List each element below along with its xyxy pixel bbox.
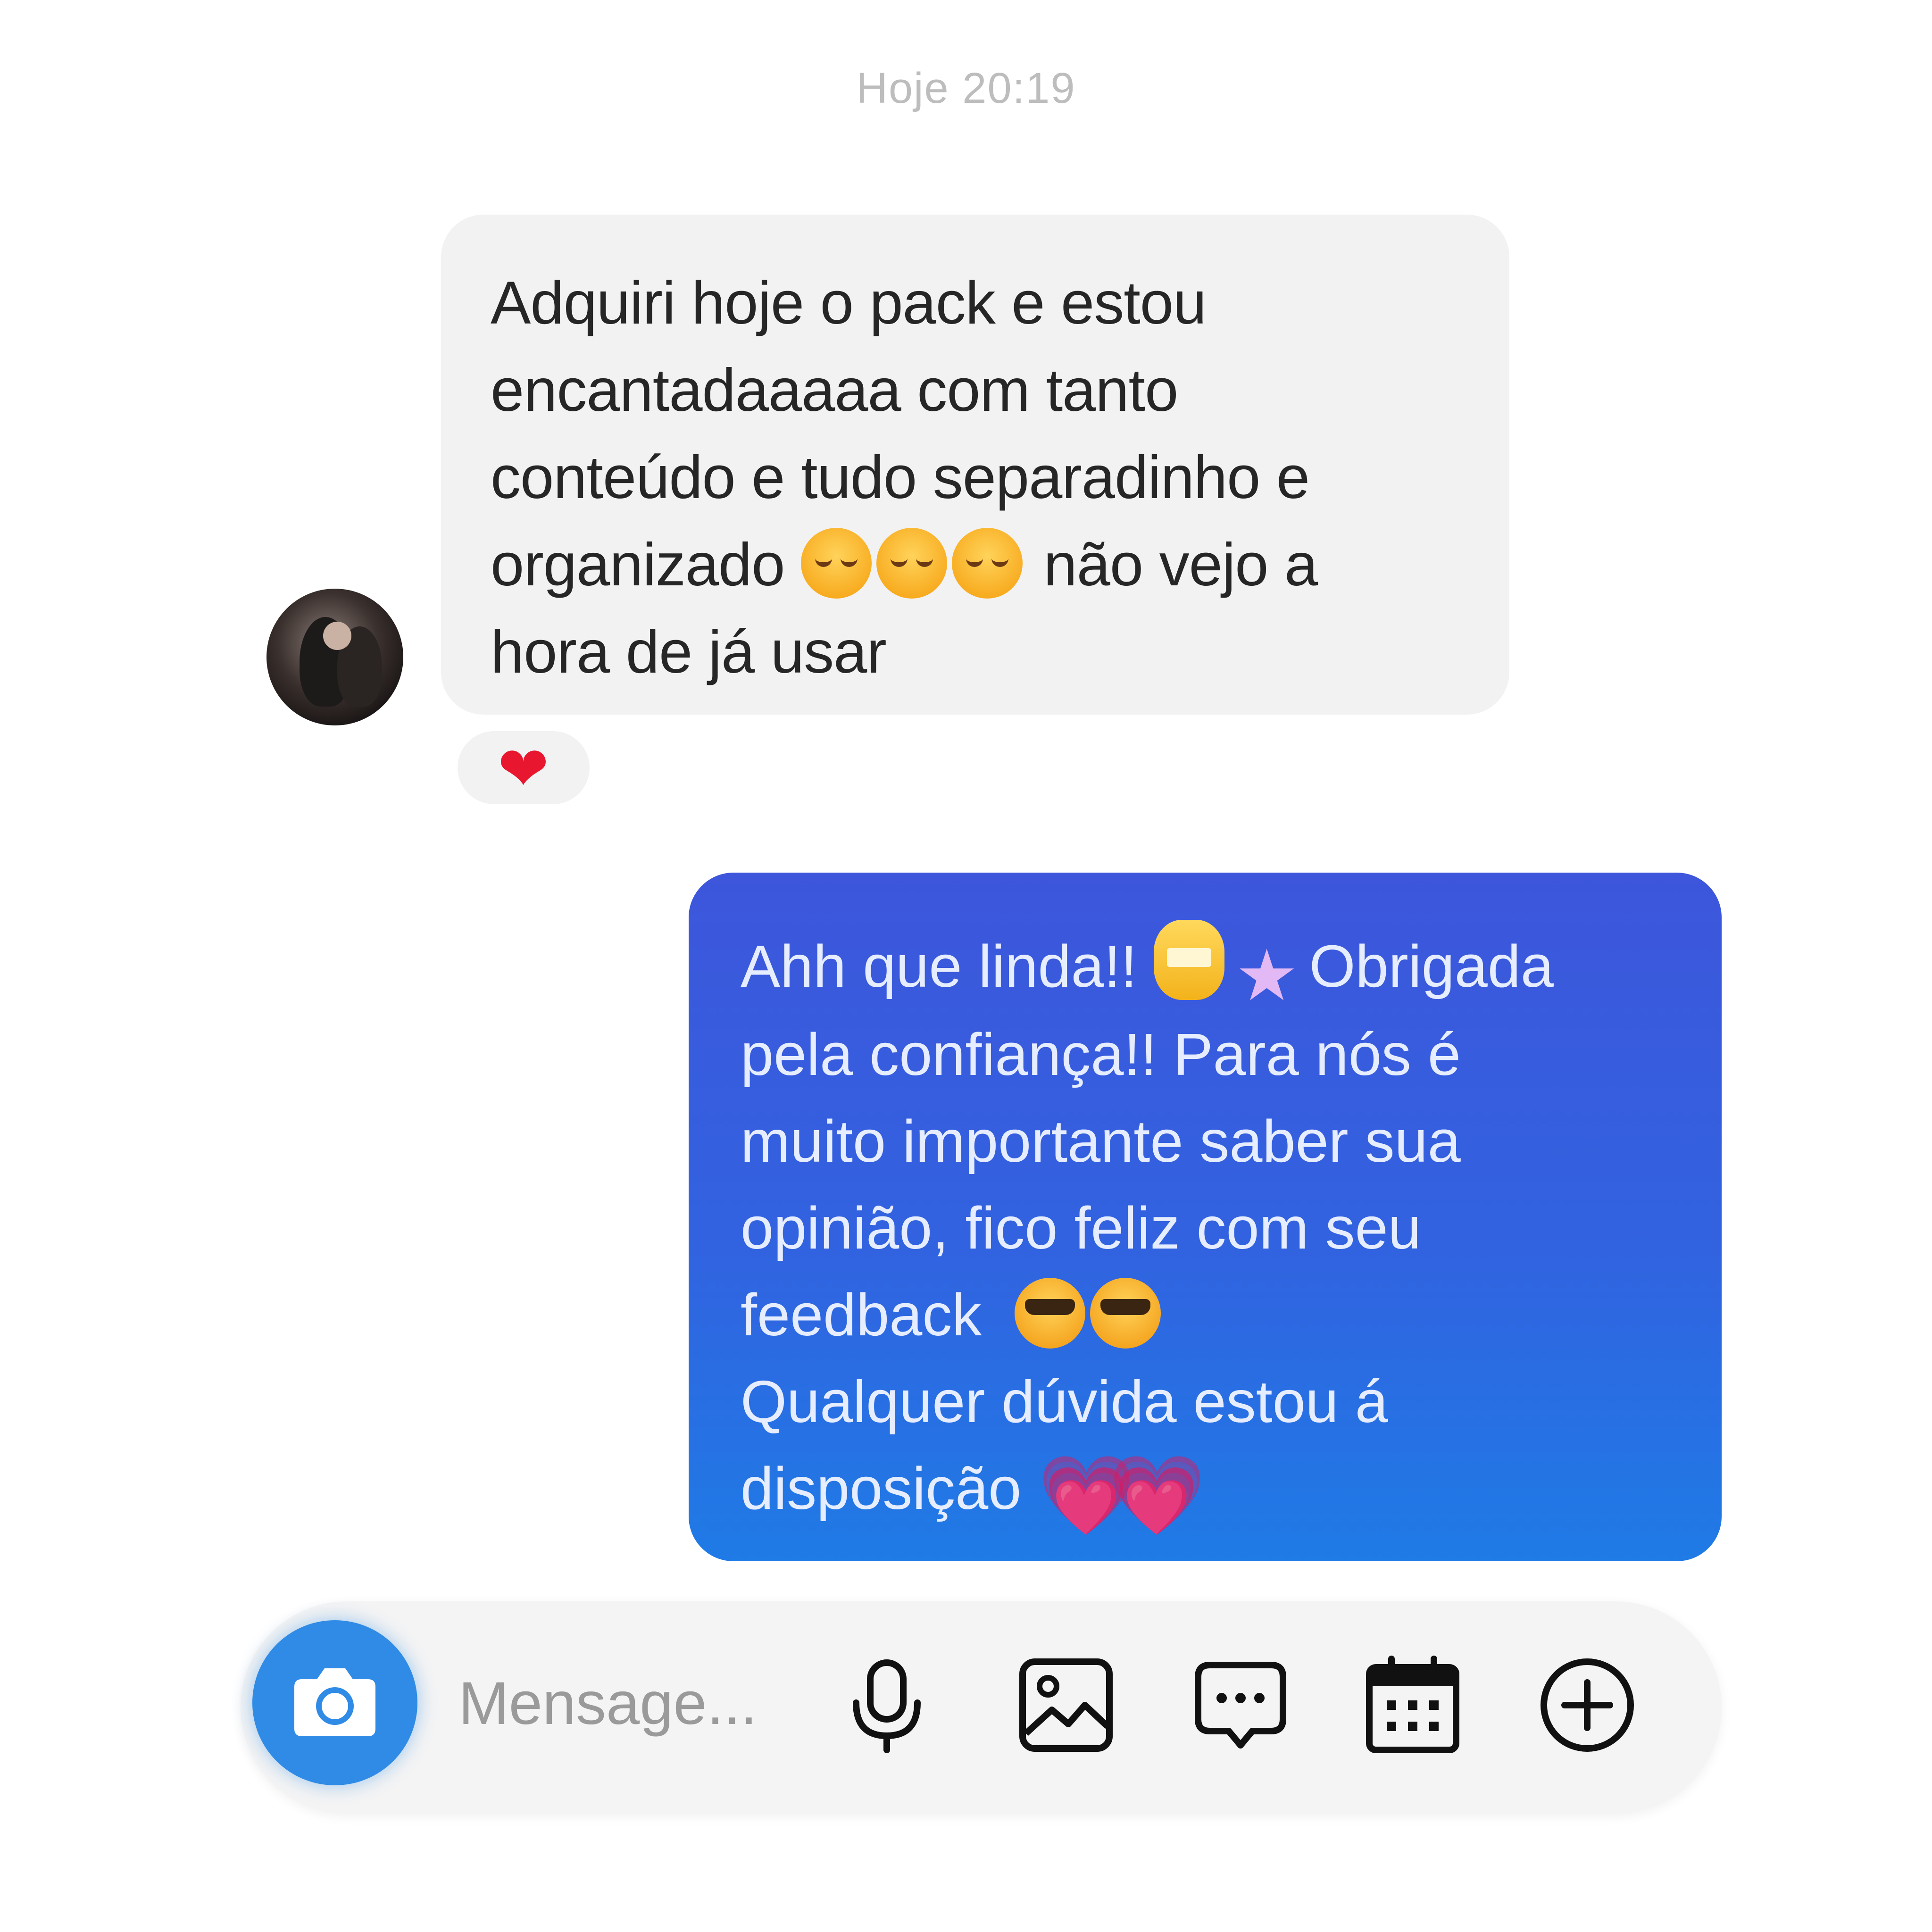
thread-timestamp: Hoje 20:19	[856, 64, 1076, 112]
message-line: Adquiri hoje o pack e estou	[491, 269, 1207, 337]
avatar-face	[323, 622, 351, 650]
more-options-button[interactable]	[1535, 1653, 1639, 1757]
message-text: não vejo a	[1043, 531, 1318, 599]
sparkle-star-emoji-icon: ★	[1235, 935, 1299, 1017]
gallery-button[interactable]	[1014, 1653, 1118, 1757]
message-line: Qualquer dúvida estou á	[741, 1368, 1388, 1435]
message-line: hora de já usar	[491, 618, 887, 686]
message-line: feedback	[741, 1272, 1679, 1358]
camera-button[interactable]	[252, 1620, 417, 1785]
cool-face-emoji-icon	[1090, 1278, 1161, 1349]
heart-reaction-icon: ❤	[498, 733, 549, 805]
outgoing-message-bubble[interactable]: Ahh que linda!! ★ Obrigada pela confiança…	[689, 873, 1722, 1561]
message-text: Obrigada	[1309, 933, 1554, 999]
message-line: organizado não vejo a	[491, 521, 1467, 608]
message-text: Ahh que linda!!	[741, 933, 1137, 999]
chat-bubble-icon	[1195, 1662, 1286, 1749]
message-reaction[interactable]: ❤	[453, 726, 594, 809]
smiling-face-emoji-icon	[876, 528, 947, 599]
message-input[interactable]	[458, 1667, 790, 1739]
message-line: pela confiança!! Para nós é	[741, 1021, 1461, 1088]
chat-screen: Hoje 20:19 Adquiri hoje o pack e estou e…	[0, 0, 1932, 1932]
microphone-button[interactable]	[835, 1653, 939, 1757]
plus-circle-icon	[1541, 1658, 1634, 1752]
smiling-face-emoji-icon	[800, 528, 872, 599]
contact-avatar[interactable]	[266, 589, 403, 725]
message-text: organizado	[491, 531, 785, 599]
message-line: muito importante saber sua	[741, 1108, 1461, 1174]
camera-icon	[294, 1668, 375, 1736]
message-line: encantadaaaaa com tanto	[491, 357, 1178, 424]
incoming-message-bubble[interactable]: Adquiri hoje o pack e estou encantadaaaa…	[441, 215, 1509, 715]
message-line: disposição 💗💗	[741, 1445, 1679, 1541]
smiling-face-emoji-icon	[951, 528, 1023, 599]
message-text: feedback	[741, 1282, 982, 1348]
message-text: disposição	[741, 1455, 1022, 1522]
message-line: opinião, fico feliz com seu	[741, 1195, 1421, 1261]
sticker-chat-button[interactable]	[1189, 1653, 1292, 1757]
calendar-button[interactable]	[1361, 1653, 1465, 1757]
calendar-icon	[1366, 1656, 1459, 1753]
face-holding-tears-emoji-icon	[1153, 920, 1224, 1000]
pink-heart-emoji-icon: 💗	[1038, 1450, 1135, 1541]
message-composer	[241, 1601, 1722, 1814]
message-line: Ahh que linda!! ★ Obrigada	[741, 920, 1679, 1011]
image-icon	[1019, 1658, 1113, 1752]
microphone-icon	[853, 1659, 921, 1753]
cool-face-emoji-icon	[1015, 1278, 1086, 1349]
pink-heart-emoji-icon: 💗	[1108, 1450, 1206, 1541]
incoming-message-text: Adquiri hoje o pack e estou encantadaaaa…	[491, 259, 1467, 696]
message-line: conteúdo e tudo separadinho e	[491, 444, 1310, 511]
